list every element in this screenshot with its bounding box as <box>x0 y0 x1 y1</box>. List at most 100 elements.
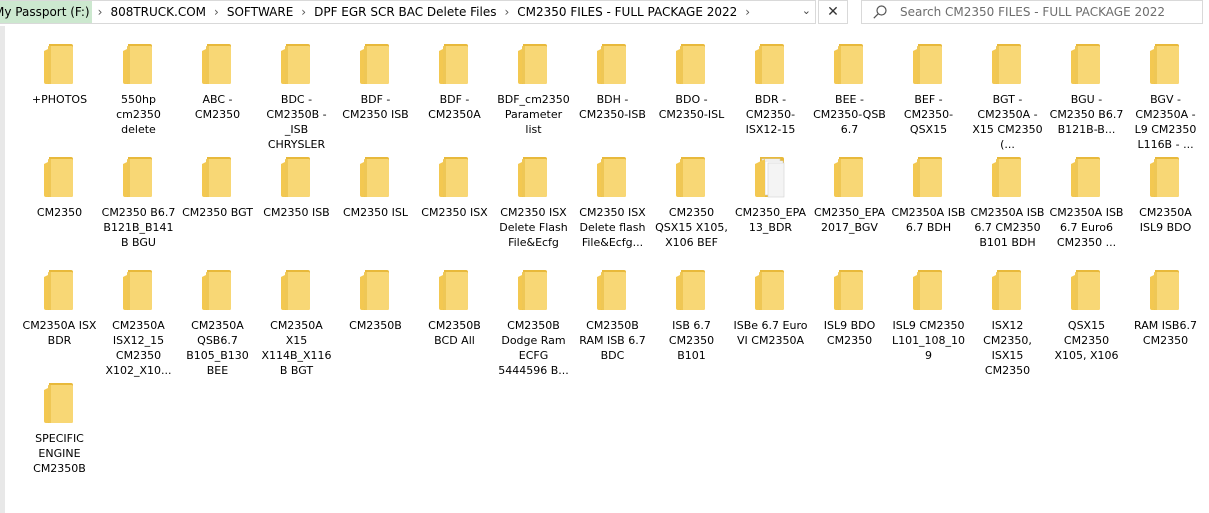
folder-item[interactable]: SPECIFIC ENGINE CM2350B <box>20 381 99 494</box>
breadcrumb-drive[interactable]: My Passport (F:) <box>0 1 92 23</box>
folder-label: CM2350 ISX Delete Flash File&Ecfg <box>499 206 568 249</box>
folder-label: CM2350 BGT <box>182 206 253 219</box>
address-bar[interactable]: My Passport (F:) › 808TRUCK.COM › SOFTWA… <box>0 0 816 24</box>
folder-item[interactable]: +PHOTOS <box>20 42 99 155</box>
folder-item[interactable]: CM2350 ISX Delete Flash File&Ecfg <box>494 155 573 268</box>
folder-label: CM2350B <box>349 319 402 332</box>
breadcrumb-current-folder[interactable]: CM2350 FILES - FULL PACKAGE 2022 <box>515 5 739 19</box>
folder-label: CM2350A X15 X114B_X116B BGT <box>261 319 332 377</box>
search-input[interactable] <box>900 5 1190 19</box>
folder-item[interactable]: BDF - CM2350 ISB <box>336 42 415 155</box>
folder-icon <box>991 44 1021 84</box>
search-box[interactable] <box>861 0 1203 24</box>
folder-icon <box>201 44 231 84</box>
folder-item[interactable]: CM2350A ISL9 BDO <box>1126 155 1205 268</box>
breadcrumb-separator-icon[interactable]: › <box>498 5 515 19</box>
folder-icon <box>675 270 705 310</box>
folder-label: CM2350 <box>36 206 83 219</box>
folder-item[interactable]: BGV - CM2350A - L9 CM2350 L116B - ... <box>1126 42 1205 155</box>
breadcrumb-separator-icon[interactable]: › <box>92 5 109 19</box>
folder-label: BDR - CM2350-ISX12-15 <box>745 93 796 136</box>
folder-icon <box>833 270 863 310</box>
folder-item[interactable]: BDF - CM2350A <box>415 42 494 155</box>
breadcrumb-separator-icon[interactable]: › <box>208 5 225 19</box>
breadcrumb-software[interactable]: SOFTWARE <box>225 5 295 19</box>
folder-item[interactable]: QSX15 CM2350 X105, X106 <box>1047 268 1126 381</box>
folder-item[interactable]: CM2350A ISB 6.7 Euro6 CM2350 ... <box>1047 155 1126 268</box>
folder-item[interactable]: CM2350B BCD All <box>415 268 494 381</box>
folder-label: CM2350 B6.7 B121B_B141B BGU <box>101 206 176 249</box>
folder-item[interactable]: CM2350 QSX15 X105, X106 BEF <box>652 155 731 268</box>
folder-item[interactable]: BGU - CM2350 B6.7 B121B-B... <box>1047 42 1126 155</box>
folder-item[interactable]: CM2350 <box>20 155 99 268</box>
folder-item[interactable]: CM2350_EPA13_BDR <box>731 155 810 268</box>
folder-icon <box>754 44 784 84</box>
breadcrumb-separator-icon[interactable]: › <box>295 5 312 19</box>
folder-label: SPECIFIC ENGINE CM2350B <box>33 432 86 475</box>
folder-icon <box>122 157 152 197</box>
folder-icon <box>1149 270 1179 310</box>
folder-item[interactable]: CM2350_EPA2017_BGV <box>810 155 889 268</box>
folder-label: BEF - CM2350-QSX15 <box>903 93 954 136</box>
folder-item[interactable]: BEF - CM2350-QSX15 <box>889 42 968 155</box>
folder-item[interactable]: ISL9 BDO CM2350 <box>810 268 889 381</box>
folder-label: CM2350B BCD All <box>428 319 481 347</box>
folder-item[interactable]: BDO - CM2350-ISL <box>652 42 731 155</box>
folder-icon <box>280 270 310 310</box>
folder-item[interactable]: CM2350 ISX <box>415 155 494 268</box>
folder-icon <box>1070 44 1100 84</box>
chevron-down-icon[interactable]: ⌄ <box>802 4 811 17</box>
folder-icon <box>675 157 705 197</box>
folder-label: CM2350A ISL9 BDO <box>1139 206 1192 234</box>
folder-item[interactable]: BDR - CM2350-ISX12-15 <box>731 42 810 155</box>
folder-item[interactable]: RAM ISB6.7 CM2350 <box>1126 268 1205 381</box>
folder-item[interactable]: CM2350A ISB 6.7 BDH <box>889 155 968 268</box>
folder-item[interactable]: CM2350A ISB 6.7 CM2350 B101 BDH <box>968 155 1047 268</box>
folder-item[interactable]: ISX12 CM2350, ISX15 CM2350 <box>968 268 1047 381</box>
folder-item[interactable]: CM2350A ISX BDR <box>20 268 99 381</box>
folder-item[interactable]: CM2350 B6.7 B121B_B141B BGU <box>99 155 178 268</box>
folder-item[interactable]: CM2350 ISB <box>257 155 336 268</box>
folder-item[interactable]: 550hp cm2350 delete <box>99 42 178 155</box>
folder-item[interactable]: CM2350A X15 X114B_X116B BGT <box>257 268 336 381</box>
folder-icon <box>438 270 468 310</box>
folder-label: BDH - CM2350-ISB <box>579 93 646 121</box>
close-icon[interactable]: ✕ <box>818 0 848 24</box>
folder-icon <box>991 157 1021 197</box>
folder-label: CM2350 ISL <box>342 206 409 219</box>
folder-item[interactable]: CM2350 ISX Delete flash File&Ecfg... <box>573 155 652 268</box>
folder-item[interactable]: BDC - CM2350B -_ISB CHRYSLER <box>257 42 336 155</box>
folder-icon <box>43 383 73 423</box>
folder-icon <box>517 44 547 84</box>
folder-item[interactable]: BEE - CM2350-QSB 6.7 <box>810 42 889 155</box>
folder-item[interactable]: BDH - CM2350-ISB <box>573 42 652 155</box>
folder-icon <box>833 44 863 84</box>
folder-item[interactable]: CM2350 ISL <box>336 155 415 268</box>
breadcrumb-808truck[interactable]: 808TRUCK.COM <box>108 5 208 19</box>
folder-label: BDO - CM2350-ISL <box>658 93 725 121</box>
folder-label: CM2350A ISX12_15 CM2350 X102_X10... <box>105 319 172 377</box>
folder-item[interactable]: ISB 6.7 CM2350 B101 <box>652 268 731 381</box>
folder-label: CM2350 ISB <box>263 206 330 219</box>
folder-icon <box>122 270 152 310</box>
folder-icon <box>1149 44 1179 84</box>
folder-item[interactable]: BGT - CM2350A - X15 CM2350 (... <box>968 42 1047 155</box>
folder-item[interactable]: CM2350 BGT <box>178 155 257 268</box>
folder-item[interactable]: CM2350A QSB6.7 B105_B130 BEE <box>178 268 257 381</box>
folder-icon <box>359 44 389 84</box>
breadcrumb-separator-icon[interactable]: › <box>739 5 756 19</box>
breadcrumb-delete-files[interactable]: DPF EGR SCR BAC Delete Files <box>312 5 498 19</box>
folder-label: ISBe 6.7 Euro VI CM2350A <box>733 319 808 347</box>
folder-icon <box>359 270 389 310</box>
folder-item[interactable]: CM2350A ISX12_15 CM2350 X102_X10... <box>99 268 178 381</box>
folder-item[interactable]: ISBe 6.7 Euro VI CM2350A <box>731 268 810 381</box>
folder-icon <box>438 157 468 197</box>
folder-item[interactable]: CM2350B RAM ISB 6.7 BDC <box>573 268 652 381</box>
folder-label: BGV - CM2350A - L9 CM2350 L116B - ... <box>1134 93 1197 151</box>
folder-item[interactable]: BDF_cm2350 Parameter list <box>494 42 573 155</box>
folder-item[interactable]: ABC - CM2350 <box>178 42 257 155</box>
folder-icon <box>517 157 547 197</box>
folder-item[interactable]: CM2350B Dodge Ram ECFG 5444596 B... <box>494 268 573 381</box>
folder-item[interactable]: CM2350B <box>336 268 415 381</box>
folder-item[interactable]: ISL9 CM2350 L101_108_109 <box>889 268 968 381</box>
